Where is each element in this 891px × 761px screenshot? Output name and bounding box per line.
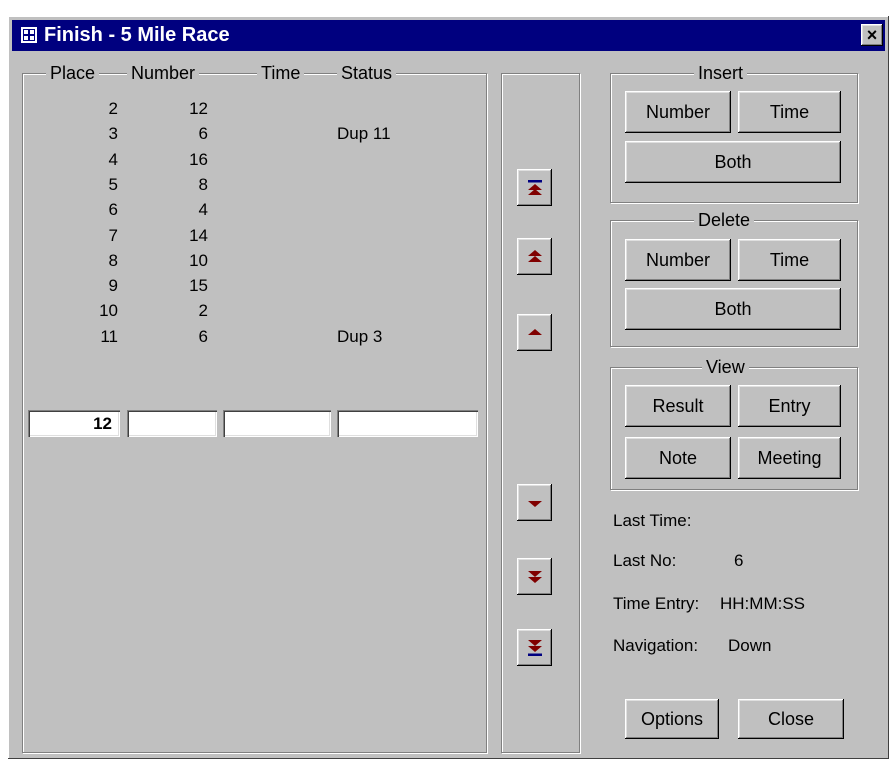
header-place: Place [46,62,100,84]
last-no-value: 6 [734,551,744,570]
view-note-button[interactable]: Note [625,437,731,479]
row-status: Dup 11 [337,124,391,143]
row-number: 16 [189,150,208,169]
delete-both-label: Both [714,298,752,319]
options-label: Options [640,708,704,729]
delete-number-button[interactable]: Number [625,239,731,281]
row-place: 4 [108,150,118,169]
row-number: 4 [198,200,208,219]
row-number: 15 [189,276,208,295]
navigation-value: Down [728,636,772,655]
close-label: Close [767,708,815,729]
previous-record-button[interactable] [517,314,552,351]
row-number: 6 [198,327,208,346]
row-number: 14 [189,226,208,245]
delete-number-label: Number [645,249,711,270]
row-number: 6 [198,124,208,143]
close-icon: × [866,25,878,45]
insert-time-label: Time [769,101,810,122]
row-number: 12 [189,99,208,118]
double-up-bar-icon [527,179,542,195]
finish-window: Finish - 5 Mile Race × Place Number Time… [8,16,889,759]
close-button[interactable]: Close [738,699,844,739]
row-place: 6 [108,200,118,219]
insert-title: Insert [694,62,748,84]
insert-time-button[interactable]: Time [738,91,841,133]
row-status: Dup 3 [337,327,383,346]
delete-title: Delete [694,209,755,231]
down-icon [527,500,542,507]
row-place: 3 [108,124,118,143]
insert-both-button[interactable]: Both [625,141,841,183]
first-record-button[interactable] [517,169,552,206]
double-down-bar-icon [527,639,542,656]
last-no-label: Last No: [613,551,677,570]
place-input-value: 12 [93,414,112,433]
row-place: 11 [100,327,118,346]
header-time: Time [257,62,305,84]
time-entry-value: HH:MM:SS [720,594,805,613]
time-entry-label: Time Entry: [613,594,700,613]
row-place: 5 [108,175,118,194]
time-input[interactable] [223,410,331,437]
view-meeting-label: Meeting [757,447,822,468]
last-record-button[interactable] [517,629,552,666]
header-status: Status [337,62,397,84]
insert-number-button[interactable]: Number [625,91,731,133]
double-down-icon [527,570,542,583]
row-place: 7 [108,226,118,245]
close-window-button[interactable]: × [861,24,883,46]
page-down-button[interactable] [517,558,552,595]
form-icon [21,27,37,43]
row-place: 2 [108,99,118,118]
view-title: View [702,356,749,378]
view-entry-label: Entry [768,395,811,416]
delete-both-button[interactable]: Both [625,288,841,330]
row-place: 10 [99,301,118,320]
number-input[interactable] [127,410,217,437]
view-entry-button[interactable]: Entry [738,385,841,427]
insert-number-label: Number [645,101,711,122]
view-result-label: Result [652,395,704,416]
delete-time-button[interactable]: Time [738,239,841,281]
navigation-label: Navigation: [613,636,699,655]
up-icon [527,328,542,335]
options-button[interactable]: Options [625,699,719,739]
row-place: 9 [108,276,118,295]
header-number: Number [127,62,200,84]
row-number: 2 [198,301,208,320]
double-up-icon [527,249,542,262]
status-input[interactable] [337,410,478,437]
view-meeting-button[interactable]: Meeting [738,437,841,479]
window-title: Finish - 5 Mile Race [44,24,230,46]
row-number: 8 [198,175,208,194]
place-input[interactable]: 12 [28,410,120,437]
last-time-label: Last Time: [613,511,692,530]
page-up-button[interactable] [517,238,552,275]
view-result-button[interactable]: Result [625,385,731,427]
title-bar[interactable]: Finish - 5 Mile Race × [12,20,885,51]
delete-time-label: Time [769,249,810,270]
row-place: 8 [108,251,118,270]
next-record-button[interactable] [517,484,552,521]
view-note-label: Note [658,447,698,468]
insert-both-label: Both [714,151,752,172]
row-number: 10 [189,251,208,270]
